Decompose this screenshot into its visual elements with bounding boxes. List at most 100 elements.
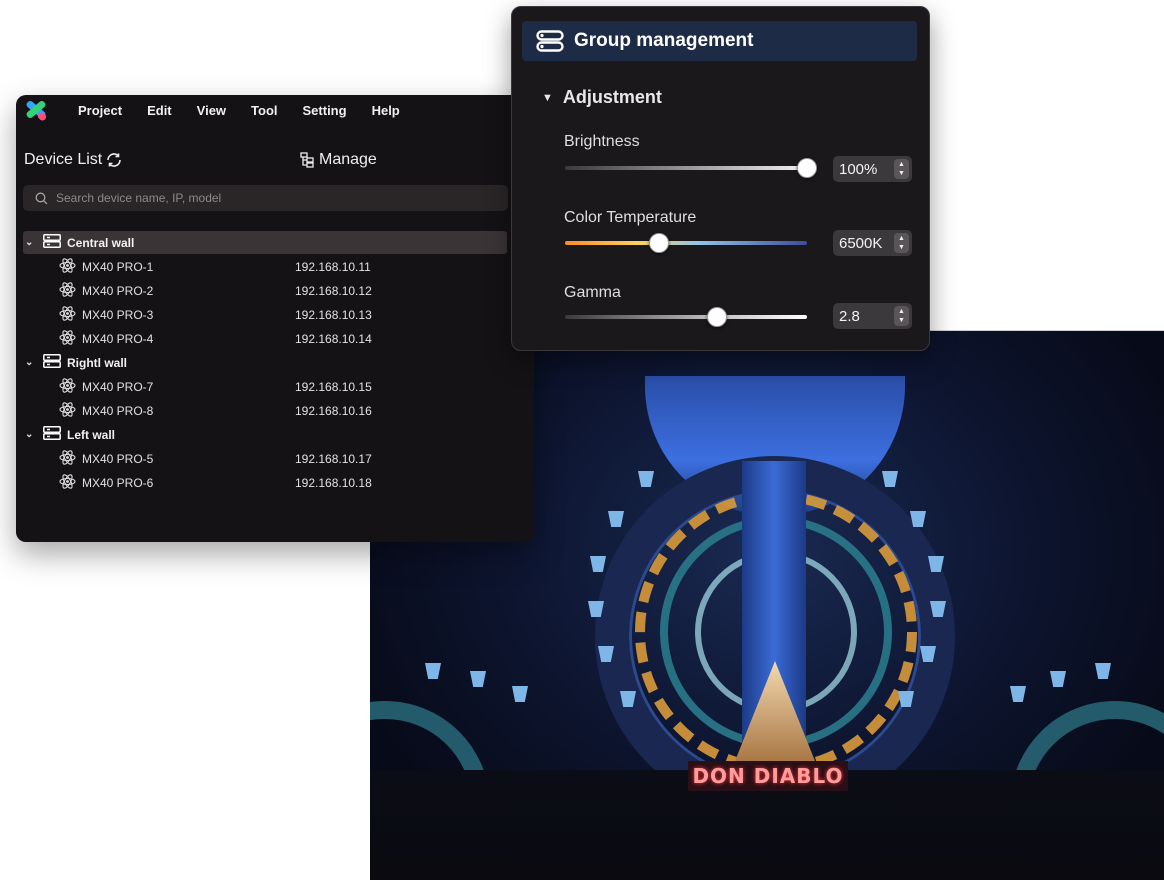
- device-name: MX40 PRO-5: [82, 452, 154, 466]
- menu-help[interactable]: Help: [372, 103, 400, 118]
- manage-button[interactable]: Manage: [300, 151, 377, 169]
- device-name: MX40 PRO-8: [82, 404, 154, 418]
- device-icon: [59, 401, 76, 421]
- device-list-header: Device List Manage: [24, 151, 524, 175]
- device-name: MX40 PRO-1: [82, 260, 154, 274]
- brightness-value: 100%: [839, 160, 878, 178]
- color-temperature-value: 6500K: [839, 234, 883, 252]
- menu-setting[interactable]: Setting: [303, 103, 347, 118]
- device-row[interactable]: MX40 PRO-5 192.168.10.17: [23, 447, 507, 471]
- device-list-window: Project Edit View Tool Setting Help Devi…: [16, 95, 534, 542]
- triangle-down-icon: ▼: [542, 91, 553, 104]
- spin-arrows-icon[interactable]: ▲ ▼: [894, 306, 909, 326]
- device-ip: 192.168.10.12: [295, 284, 372, 298]
- color-temperature-label: Color Temperature: [564, 209, 697, 226]
- device-icon: [59, 449, 76, 469]
- brightness-slider-handle[interactable]: [797, 158, 817, 178]
- adjustment-section-toggle[interactable]: ▼ Adjustment: [542, 87, 662, 108]
- menu-bar: Project Edit View Tool Setting Help: [16, 95, 534, 125]
- section-title: Adjustment: [562, 87, 662, 107]
- brightness-spinbox[interactable]: 100% ▲ ▼: [833, 156, 912, 182]
- panel-header: Group management: [522, 21, 917, 61]
- device-icon: [59, 305, 76, 325]
- device-name: MX40 PRO-2: [82, 284, 154, 298]
- stage-light: [1095, 663, 1111, 679]
- device-row[interactable]: MX40 PRO-2 192.168.10.12: [23, 279, 507, 303]
- gamma-slider-handle[interactable]: [707, 307, 728, 327]
- menu-view[interactable]: View: [197, 103, 226, 118]
- group-name: Central wall: [67, 235, 135, 250]
- device-ip: 192.168.10.11: [295, 260, 371, 274]
- color-temperature-slider-handle[interactable]: [649, 233, 670, 253]
- chevron-down-icon[interactable]: ⌄: [25, 429, 39, 440]
- spin-arrows-icon[interactable]: ▲ ▼: [894, 233, 909, 253]
- device-row[interactable]: MX40 PRO-3 192.168.10.13: [23, 303, 507, 327]
- stage-light: [638, 471, 654, 487]
- stage-light: [425, 663, 441, 679]
- stage-light: [608, 511, 624, 527]
- brightness-slider[interactable]: [565, 158, 817, 178]
- device-icon: [59, 377, 76, 397]
- device-ip: 192.168.10.14: [295, 332, 372, 346]
- menu-tool[interactable]: Tool: [251, 103, 277, 118]
- group-row[interactable]: ⌄ Central wall: [23, 231, 507, 254]
- stage-light: [882, 471, 898, 487]
- device-name: MX40 PRO-6: [82, 476, 154, 490]
- stage-light: [1010, 686, 1026, 702]
- gamma-label: Gamma: [564, 284, 621, 301]
- stage-light: [512, 686, 528, 702]
- stage-light: [590, 556, 606, 572]
- device-group-icon: [43, 354, 61, 371]
- device-ip: 192.168.10.13: [295, 308, 372, 322]
- device-icon: [59, 257, 76, 277]
- group-name: Left wall: [67, 427, 116, 442]
- device-row[interactable]: MX40 PRO-4 192.168.10.14: [23, 327, 507, 351]
- device-name: MX40 PRO-4: [82, 332, 154, 346]
- device-ip: 192.168.10.15: [295, 380, 372, 394]
- device-tree: ⌄ Central wall MX40 PRO-1 192.168.10.11 MX40…: [23, 231, 507, 495]
- search-bar[interactable]: [23, 185, 508, 211]
- device-row[interactable]: MX40 PRO-7 192.168.10.15: [23, 375, 507, 399]
- device-icon: [59, 473, 76, 493]
- tree-structure-icon: [300, 152, 314, 168]
- device-ip: 192.168.10.16: [295, 404, 372, 418]
- device-name: MX40 PRO-7: [82, 380, 154, 394]
- app-logo-icon: [24, 99, 48, 122]
- group-row[interactable]: ⌄ Rightl wall: [23, 351, 507, 374]
- color-temperature-slider[interactable]: [565, 233, 807, 253]
- stage-light: [1050, 671, 1066, 687]
- device-group-icon: [43, 234, 61, 251]
- search-input[interactable]: [56, 191, 476, 205]
- stage-sign: DON DIABLO: [688, 761, 848, 791]
- device-icon: [59, 329, 76, 349]
- brightness-label: Brightness: [564, 133, 640, 150]
- device-row[interactable]: MX40 PRO-8 192.168.10.16: [23, 399, 507, 423]
- device-icon: [59, 281, 76, 301]
- group-icon: [536, 30, 564, 52]
- color-temperature-spinbox[interactable]: 6500K ▲ ▼: [833, 230, 912, 256]
- device-group-icon: [43, 426, 61, 443]
- device-list-title: Device List: [24, 151, 103, 168]
- panel-title: Group management: [574, 30, 754, 51]
- group-name: Rightl wall: [67, 355, 127, 370]
- gamma-slider[interactable]: [565, 307, 807, 327]
- chevron-down-icon[interactable]: ⌄: [25, 237, 39, 248]
- refresh-icon[interactable]: [105, 152, 123, 168]
- device-name: MX40 PRO-3: [82, 308, 154, 322]
- group-management-panel: Group management ▼ Adjustment Brightness…: [511, 6, 930, 351]
- spin-arrows-icon[interactable]: ▲ ▼: [894, 159, 909, 179]
- menu-edit[interactable]: Edit: [147, 103, 172, 118]
- device-row[interactable]: MX40 PRO-6 192.168.10.18: [23, 471, 507, 495]
- chevron-down-icon[interactable]: ⌄: [25, 357, 39, 368]
- gamma-value: 2.8: [839, 307, 860, 325]
- manage-label: Manage: [319, 151, 377, 168]
- device-ip: 192.168.10.18: [295, 476, 372, 490]
- search-icon: [35, 192, 48, 204]
- device-ip: 192.168.10.17: [295, 452, 372, 466]
- device-list-title-group: Device List: [24, 151, 123, 169]
- menu-project[interactable]: Project: [78, 103, 122, 118]
- stage-light: [470, 671, 486, 687]
- device-row[interactable]: MX40 PRO-1 192.168.10.11: [23, 255, 507, 279]
- group-row[interactable]: ⌄ Left wall: [23, 423, 507, 446]
- gamma-spinbox[interactable]: 2.8 ▲ ▼: [833, 303, 912, 329]
